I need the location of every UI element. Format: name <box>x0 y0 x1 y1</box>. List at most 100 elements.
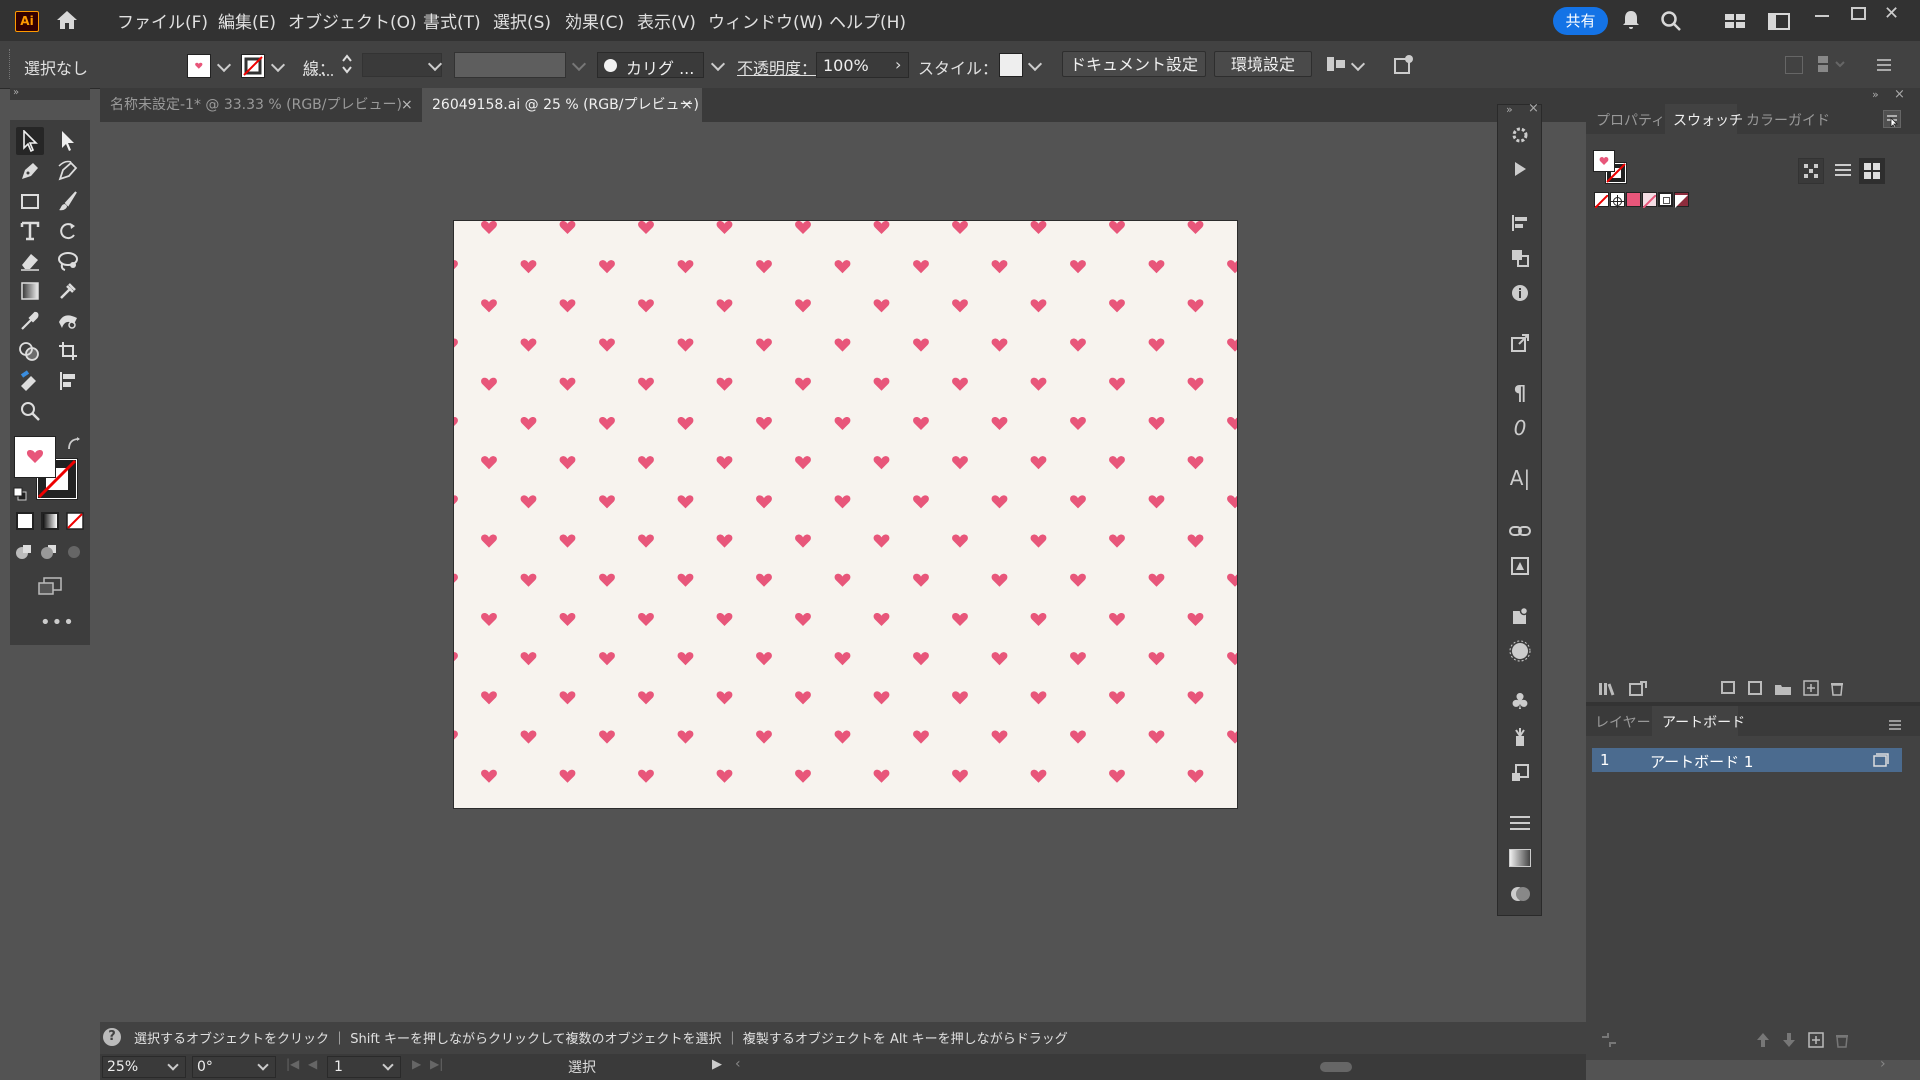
draw-normal-icon[interactable] <box>15 544 33 564</box>
swatch-registration[interactable] <box>1610 192 1625 208</box>
pen-tool-icon[interactable] <box>16 157 44 185</box>
stroke-weight-stepper[interactable] <box>340 51 356 77</box>
align-icon[interactable] <box>54 367 82 395</box>
new-color-group-icon[interactable] <box>1774 681 1792 700</box>
brush-dropdown-icon[interactable] <box>710 56 726 72</box>
horizontal-scrollbar-thumb[interactable] <box>1320 1062 1352 1072</box>
transform-panel-icon[interactable] <box>1508 761 1532 785</box>
swatch-options-icon[interactable] <box>1748 681 1762 695</box>
opentype-icon[interactable]: 0 <box>1508 416 1532 440</box>
menu-object[interactable]: オブジェクト(O) <box>288 8 417 33</box>
color-mode-icon[interactable] <box>16 512 34 530</box>
toolbar-collapse-strip[interactable]: » <box>10 88 90 100</box>
swatch-pink[interactable] <box>1626 192 1641 207</box>
swatch-selected-pattern[interactable] <box>1658 192 1673 207</box>
links-icon[interactable] <box>1508 519 1532 543</box>
expand-panels-icon[interactable]: » <box>1506 103 1513 116</box>
minimize-icon[interactable] <box>1815 15 1829 17</box>
new-swatch-icon[interactable] <box>1803 680 1819 700</box>
actions-play-icon[interactable] <box>1508 157 1532 181</box>
menu-help[interactable]: ヘルプ(H) <box>829 8 906 33</box>
swap-fill-stroke-icon[interactable] <box>66 436 82 456</box>
pathfinder-icon[interactable] <box>1508 246 1532 270</box>
fill-dropdown-icon[interactable] <box>216 57 232 73</box>
delete-swatch-icon[interactable] <box>1829 680 1845 700</box>
place-swatches-icon[interactable] <box>1628 680 1648 700</box>
artboard-tool-icon[interactable] <box>54 337 82 365</box>
tab-properties[interactable]: プロパティ <box>1596 110 1665 130</box>
draw-behind-icon[interactable] <box>40 544 58 564</box>
symbols-icon[interactable] <box>1508 604 1532 628</box>
paintbrush-tool-icon[interactable] <box>54 187 82 215</box>
paragraph-icon[interactable]: ¶ <box>1508 381 1532 405</box>
artboard-number-select[interactable]: 1 <box>327 1056 401 1078</box>
character-icon[interactable]: A| <box>1508 466 1532 490</box>
tab-layers[interactable]: レイヤー <box>1595 712 1651 732</box>
fill-color-box-front[interactable] <box>14 436 56 478</box>
opacity-input[interactable]: 100% › <box>816 52 909 78</box>
close-panel-icon[interactable]: × <box>1894 87 1905 102</box>
lasso-tool-icon[interactable] <box>54 247 82 275</box>
swatch-heart-pattern[interactable] <box>1642 192 1657 209</box>
tab-document-untitled[interactable]: 名称未設定-1* @ 33.33 % (RGB/プレビュー) × <box>100 88 422 122</box>
tab-close-icon[interactable]: × <box>681 88 693 122</box>
recolor-artwork-icon[interactable] <box>1393 53 1415 79</box>
tab-swatches[interactable]: スウォッチ <box>1665 104 1743 134</box>
scroll-right-icon[interactable]: › <box>1880 1056 1886 1072</box>
collapse-panel-icon[interactable]: » <box>1872 88 1879 101</box>
align-options-icon[interactable] <box>1325 54 1347 78</box>
zoom-tool-icon[interactable] <box>16 397 44 425</box>
close-strip-icon[interactable]: × <box>1528 101 1539 116</box>
artboard-options-icon[interactable] <box>1873 752 1889 771</box>
gradient-tool-icon[interactable] <box>16 277 44 305</box>
swatch-libraries-menu-icon[interactable] <box>1598 680 1618 700</box>
menu-edit[interactable]: 編集(E) <box>218 8 276 33</box>
variable-width-profile[interactable] <box>454 52 566 78</box>
curvature-tool-icon[interactable] <box>54 157 82 185</box>
shape-builder-icon[interactable] <box>16 337 44 365</box>
share-button[interactable]: 共有 <box>1553 7 1608 35</box>
zoom-select[interactable]: 25% <box>102 1056 186 1078</box>
align-panel-icon[interactable] <box>1508 211 1532 235</box>
image-trace-icon[interactable] <box>1508 554 1532 578</box>
appearance-icon[interactable] <box>1508 639 1532 663</box>
swatches-panel-menu-icon[interactable] <box>1883 110 1901 129</box>
default-fill-stroke-icon[interactable] <box>13 486 27 505</box>
rearrange-artboards-icon[interactable] <box>1600 1032 1618 1052</box>
menu-file[interactable]: ファイル(F) <box>117 8 208 33</box>
stroke-swatch[interactable] <box>241 54 265 78</box>
mesh-tool-icon[interactable] <box>54 277 82 305</box>
direct-selection-tool-icon[interactable] <box>54 127 82 155</box>
screen-mode-icon[interactable] <box>37 576 63 600</box>
rotate-view-select[interactable]: 0° <box>192 1056 276 1078</box>
tab-close-icon[interactable]: × <box>401 88 413 122</box>
swatch-kind-menu-icon[interactable] <box>1721 681 1735 694</box>
workspace-icon[interactable] <box>1768 13 1790 34</box>
control-menu-icon[interactable] <box>1876 57 1892 76</box>
list-view-icon[interactable] <box>1834 162 1852 184</box>
fill-swatch[interactable] <box>187 54 211 78</box>
selection-tool-icon[interactable] <box>16 127 44 155</box>
puppet-warp-icon[interactable] <box>54 307 82 335</box>
rectangle-tool-icon[interactable] <box>16 187 44 215</box>
eyedropper-tool-icon[interactable] <box>16 307 44 335</box>
artboard-canvas[interactable] <box>454 221 1237 808</box>
brushes-icon[interactable] <box>1508 725 1532 749</box>
show-swatch-kinds-icon[interactable] <box>1798 158 1824 184</box>
menu-window[interactable]: ウィンドウ(W) <box>708 8 823 33</box>
swatch-none[interactable] <box>1594 192 1609 209</box>
home-icon[interactable] <box>55 9 79 35</box>
tab-document-26049158[interactable]: 26049158.ai @ 25 % (RGB/プレビュー) × <box>422 88 702 122</box>
menu-view[interactable]: 表示(V) <box>637 8 696 33</box>
artboard-row[interactable]: 1 アートボード 1 <box>1592 748 1902 772</box>
thumbnail-view-icon[interactable] <box>1859 158 1885 184</box>
stroke-dropdown-icon[interactable] <box>270 57 286 73</box>
tab-color-guide[interactable]: カラーガイド <box>1746 110 1830 130</box>
gradient-panel-icon[interactable] <box>1508 846 1532 870</box>
help-icon[interactable]: ? <box>103 1028 121 1046</box>
arrange-documents-icon[interactable] <box>1724 13 1746 33</box>
tab-artboards[interactable]: アートボード <box>1652 706 1745 736</box>
restore-icon[interactable] <box>1851 7 1866 20</box>
document-setup-button[interactable]: ドキュメント設定 <box>1062 51 1206 77</box>
opacity-label[interactable]: 不透明度： <box>737 55 817 79</box>
